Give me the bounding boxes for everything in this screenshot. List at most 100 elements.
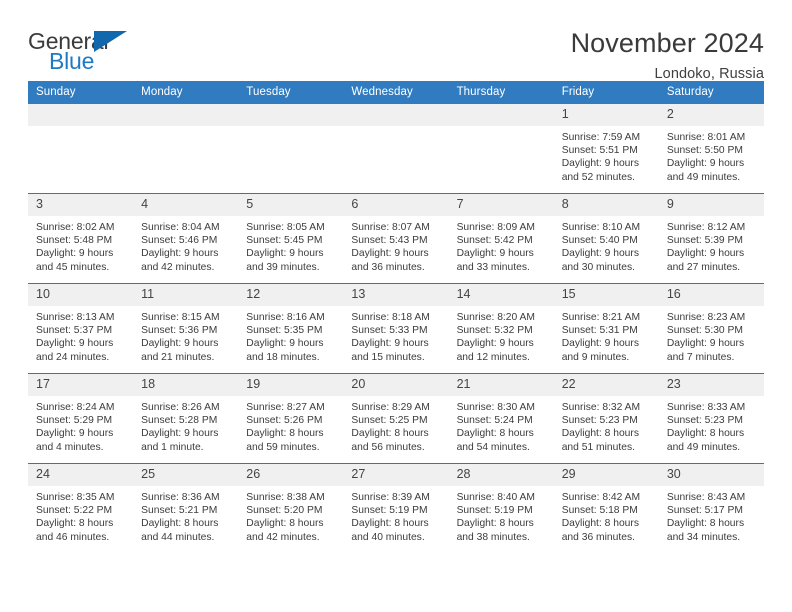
- calendar-day-cell[interactable]: 5 Sunrise: 8:05 AM Sunset: 5:45 PM Daylight…: [238, 193, 344, 284]
- day-sun-info: Sunrise: 8:09 AM Sunset: 5:42 PM Daylight:…: [449, 216, 554, 275]
- calendar-day-cell[interactable]: 17 Sunrise: 8:24 AM Sunset: 5:29 PM Dayligh…: [28, 373, 134, 464]
- info-line-sunset: Sunset: 5:23 PM: [561, 414, 638, 426]
- calendar-page: General Blue November 2024 Londoko, Russ…: [0, 0, 792, 612]
- info-line-sunrise: Sunrise: 8:36 AM: [141, 491, 220, 503]
- calendar-day-cell-empty: [133, 104, 239, 194]
- calendar-day-cell[interactable]: 28 Sunrise: 8:40 AM Sunset: 5:19 PM Dayligh…: [448, 463, 554, 553]
- day-sun-info: Sunrise: 8:18 AM Sunset: 5:33 PM Daylight:…: [343, 306, 448, 365]
- general-blue-logo[interactable]: General Blue: [28, 28, 140, 78]
- day-number: 26: [238, 464, 344, 486]
- info-line-sunrise: Sunrise: 8:01 AM: [666, 131, 746, 143]
- calendar-day-cell[interactable]: 23 Sunrise: 8:33 AM Sunset: 5:23 PM Dayligh…: [658, 373, 764, 464]
- calendar-day-cell[interactable]: 19 Sunrise: 8:27 AM Sunset: 5:26 PM Dayligh…: [238, 373, 344, 464]
- day-sun-info: Sunrise: 8:42 AM Sunset: 5:18 PM Daylight:…: [554, 486, 659, 545]
- calendar-day-cell[interactable]: 3 Sunrise: 8:02 AM Sunset: 5:48 PM Daylight…: [28, 193, 134, 284]
- info-line-sunrise: Sunrise: 8:24 AM: [36, 401, 115, 413]
- info-line-sunset: Sunset: 5:22 PM: [36, 504, 113, 516]
- day-number: 29: [553, 464, 659, 486]
- calendar-day-cell[interactable]: 25 Sunrise: 8:36 AM Sunset: 5:21 PM Dayligh…: [133, 463, 239, 553]
- info-line-sunrise: Sunrise: 8:16 AM: [246, 311, 325, 323]
- day-number: 2: [658, 104, 764, 126]
- info-line-daylight-line1: Daylight: 8 hours: [351, 518, 429, 530]
- triangle-flag-icon: [94, 31, 127, 52]
- day-number: [133, 104, 239, 126]
- calendar-day-cell[interactable]: 1 Sunrise: 7:59 AM Sunset: 5:51 PM Daylight…: [553, 104, 659, 194]
- info-line-daylight-line2: and 30 minutes.: [561, 261, 635, 273]
- info-line-daylight-line2: and 39 minutes.: [246, 261, 320, 273]
- info-line-daylight-line1: Daylight: 8 hours: [456, 428, 534, 440]
- info-line-sunset: Sunset: 5:43 PM: [351, 234, 428, 246]
- day-sun-info: Sunrise: 8:21 AM Sunset: 5:31 PM Daylight:…: [554, 306, 659, 365]
- info-line-daylight-line2: and 36 minutes.: [351, 261, 425, 273]
- calendar-day-cell[interactable]: 18 Sunrise: 8:26 AM Sunset: 5:28 PM Dayligh…: [133, 373, 239, 464]
- day-sun-info: Sunrise: 8:13 AM Sunset: 5:37 PM Daylight:…: [28, 306, 133, 365]
- calendar-day-cell[interactable]: 27 Sunrise: 8:39 AM Sunset: 5:19 PM Dayligh…: [343, 463, 449, 553]
- info-line-daylight-line1: Daylight: 9 hours: [36, 248, 114, 260]
- info-line-sunrise: Sunrise: 8:05 AM: [246, 221, 325, 233]
- info-line-daylight-line2: and 46 minutes.: [36, 531, 110, 543]
- day-sun-info: Sunrise: 8:05 AM Sunset: 5:45 PM Daylight:…: [238, 216, 343, 275]
- calendar-day-cell[interactable]: 6 Sunrise: 8:07 AM Sunset: 5:43 PM Daylight…: [343, 193, 449, 284]
- day-number: 12: [238, 284, 344, 306]
- day-sun-info: Sunrise: 8:15 AM Sunset: 5:36 PM Daylight:…: [133, 306, 238, 365]
- day-number: 6: [343, 194, 449, 216]
- info-line-daylight-line2: and 59 minutes.: [246, 441, 320, 453]
- calendar-day-cell[interactable]: 20 Sunrise: 8:29 AM Sunset: 5:25 PM Dayligh…: [343, 373, 449, 464]
- info-line-sunrise: Sunrise: 8:15 AM: [141, 311, 220, 323]
- calendar-day-cell[interactable]: 7 Sunrise: 8:09 AM Sunset: 5:42 PM Daylight…: [448, 193, 554, 284]
- day-sun-info: Sunrise: 8:10 AM Sunset: 5:40 PM Daylight:…: [554, 216, 659, 275]
- day-number: 15: [553, 284, 659, 306]
- info-line-sunrise: Sunrise: 8:40 AM: [456, 491, 535, 503]
- info-line-daylight-line1: Daylight: 9 hours: [141, 248, 219, 260]
- info-line-sunrise: Sunrise: 8:38 AM: [246, 491, 325, 503]
- calendar-day-cell[interactable]: 8 Sunrise: 8:10 AM Sunset: 5:40 PM Daylight…: [553, 193, 659, 284]
- info-line-sunrise: Sunrise: 8:07 AM: [351, 221, 430, 233]
- calendar-day-cell[interactable]: 11 Sunrise: 8:15 AM Sunset: 5:36 PM Dayligh…: [133, 283, 239, 374]
- day-sun-info: Sunrise: 8:30 AM Sunset: 5:24 PM Daylight:…: [449, 396, 554, 455]
- day-number: 23: [658, 374, 764, 396]
- calendar-day-cell[interactable]: 21 Sunrise: 8:30 AM Sunset: 5:24 PM Dayligh…: [448, 373, 554, 464]
- info-line-daylight-line2: and 54 minutes.: [456, 441, 530, 453]
- info-line-sunrise: Sunrise: 8:27 AM: [246, 401, 325, 413]
- sunrise-sunset-calendar: Sunday Monday Tuesday Wednesday Thursday…: [28, 81, 764, 553]
- day-number: 7: [448, 194, 554, 216]
- day-sun-info: Sunrise: 8:23 AM Sunset: 5:30 PM Daylight:…: [659, 306, 764, 365]
- info-line-daylight-line2: and 12 minutes.: [456, 351, 530, 363]
- calendar-day-cell-empty: [343, 104, 449, 194]
- calendar-day-cell[interactable]: 29 Sunrise: 8:42 AM Sunset: 5:18 PM Dayligh…: [553, 463, 659, 553]
- info-line-daylight-line1: Daylight: 8 hours: [456, 518, 534, 530]
- calendar-day-cell[interactable]: 12 Sunrise: 8:16 AM Sunset: 5:35 PM Dayligh…: [238, 283, 344, 374]
- day-number: 10: [28, 284, 134, 306]
- day-number: 28: [448, 464, 554, 486]
- calendar-day-cell[interactable]: 2 Sunrise: 8:01 AM Sunset: 5:50 PM Daylight…: [658, 104, 764, 194]
- info-line-daylight-line1: Daylight: 8 hours: [141, 518, 219, 530]
- day-number: 21: [448, 374, 554, 396]
- weekday-header-sunday: Sunday: [28, 81, 134, 104]
- calendar-day-cell[interactable]: 13 Sunrise: 8:18 AM Sunset: 5:33 PM Dayligh…: [343, 283, 449, 374]
- calendar-day-cell[interactable]: 26 Sunrise: 8:38 AM Sunset: 5:20 PM Dayligh…: [238, 463, 344, 553]
- info-line-sunset: Sunset: 5:45 PM: [246, 234, 323, 246]
- calendar-day-cell[interactable]: 24 Sunrise: 8:35 AM Sunset: 5:22 PM Dayligh…: [28, 463, 134, 553]
- calendar-day-cell[interactable]: 16 Sunrise: 8:23 AM Sunset: 5:30 PM Dayligh…: [658, 283, 764, 374]
- day-sun-info: Sunrise: 8:27 AM Sunset: 5:26 PM Daylight:…: [238, 396, 343, 455]
- calendar-day-cell[interactable]: 9 Sunrise: 8:12 AM Sunset: 5:39 PM Daylight…: [658, 193, 764, 284]
- calendar-day-cell[interactable]: 10 Sunrise: 8:13 AM Sunset: 5:37 PM Dayligh…: [28, 283, 134, 374]
- calendar-day-cell[interactable]: 15 Sunrise: 8:21 AM Sunset: 5:31 PM Dayligh…: [553, 283, 659, 374]
- info-line-sunset: Sunset: 5:28 PM: [141, 414, 218, 426]
- info-line-sunset: Sunset: 5:19 PM: [456, 504, 533, 516]
- day-sun-info: Sunrise: 8:35 AM Sunset: 5:22 PM Daylight:…: [28, 486, 133, 545]
- day-sun-info: Sunrise: 8:32 AM Sunset: 5:23 PM Daylight:…: [554, 396, 659, 455]
- calendar-day-cell[interactable]: 30 Sunrise: 8:43 AM Sunset: 5:17 PM Dayligh…: [658, 463, 764, 553]
- calendar-day-cell[interactable]: 4 Sunrise: 8:04 AM Sunset: 5:46 PM Daylight…: [133, 193, 239, 284]
- info-line-daylight-line1: Daylight: 8 hours: [246, 518, 324, 530]
- calendar-day-cell[interactable]: 14 Sunrise: 8:20 AM Sunset: 5:32 PM Dayligh…: [448, 283, 554, 374]
- info-line-daylight-line1: Daylight: 9 hours: [246, 248, 324, 260]
- day-sun-info: Sunrise: 8:40 AM Sunset: 5:19 PM Daylight:…: [449, 486, 554, 545]
- info-line-sunset: Sunset: 5:32 PM: [456, 324, 533, 336]
- day-number: 16: [658, 284, 764, 306]
- calendar-day-cell[interactable]: 22 Sunrise: 8:32 AM Sunset: 5:23 PM Dayligh…: [553, 373, 659, 464]
- weekday-header-friday: Friday: [553, 81, 659, 104]
- info-line-sunrise: Sunrise: 8:30 AM: [456, 401, 535, 413]
- weekday-header-tuesday: Tuesday: [238, 81, 344, 104]
- info-line-sunset: Sunset: 5:30 PM: [666, 324, 743, 336]
